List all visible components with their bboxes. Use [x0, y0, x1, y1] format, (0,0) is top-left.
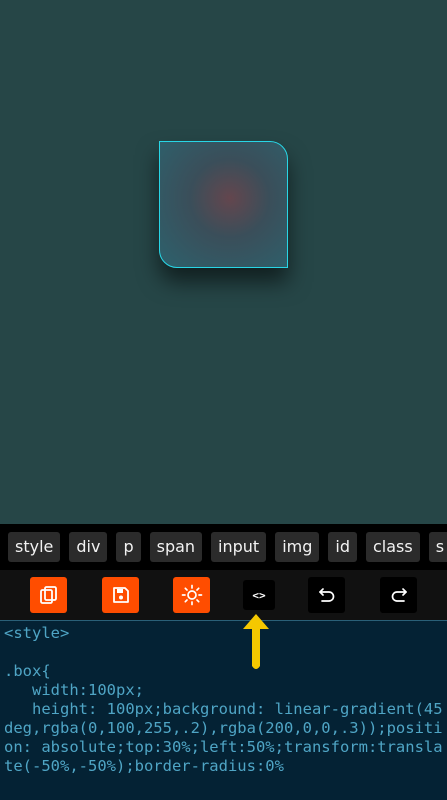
- copy-icon: [39, 586, 57, 604]
- preview-area: [0, 0, 447, 524]
- sun-icon: [181, 584, 202, 606]
- redo-icon: [391, 588, 407, 602]
- tag-button-img[interactable]: img: [275, 532, 320, 562]
- tag-button-span[interactable]: span: [149, 532, 203, 562]
- code-editor[interactable]: <style> .box{ width:100px; height: 100px…: [0, 620, 447, 800]
- redo-button[interactable]: [380, 577, 417, 613]
- tag-button-s[interactable]: s: [428, 532, 447, 562]
- save-icon: [112, 587, 129, 603]
- undo-button[interactable]: [308, 577, 345, 613]
- theme-button[interactable]: [173, 577, 210, 613]
- tag-button-style[interactable]: style: [8, 532, 61, 562]
- copy-button[interactable]: [30, 577, 67, 613]
- tag-button-class[interactable]: class: [366, 532, 420, 562]
- undo-icon: [318, 588, 334, 602]
- tag-button-div[interactable]: div: [69, 532, 108, 562]
- code-icon: <>: [252, 588, 266, 602]
- preview-box: [159, 141, 288, 268]
- tag-button-input[interactable]: input: [211, 532, 267, 562]
- tag-button-p[interactable]: p: [116, 532, 141, 562]
- arrow-up-icon: [243, 614, 269, 669]
- tag-button-id[interactable]: id: [328, 532, 357, 562]
- code-view-button[interactable]: <>: [243, 580, 275, 610]
- toolbar: <>: [0, 570, 447, 620]
- save-button[interactable]: [102, 577, 139, 613]
- tag-bar: style div p span input img id class s: [0, 524, 447, 570]
